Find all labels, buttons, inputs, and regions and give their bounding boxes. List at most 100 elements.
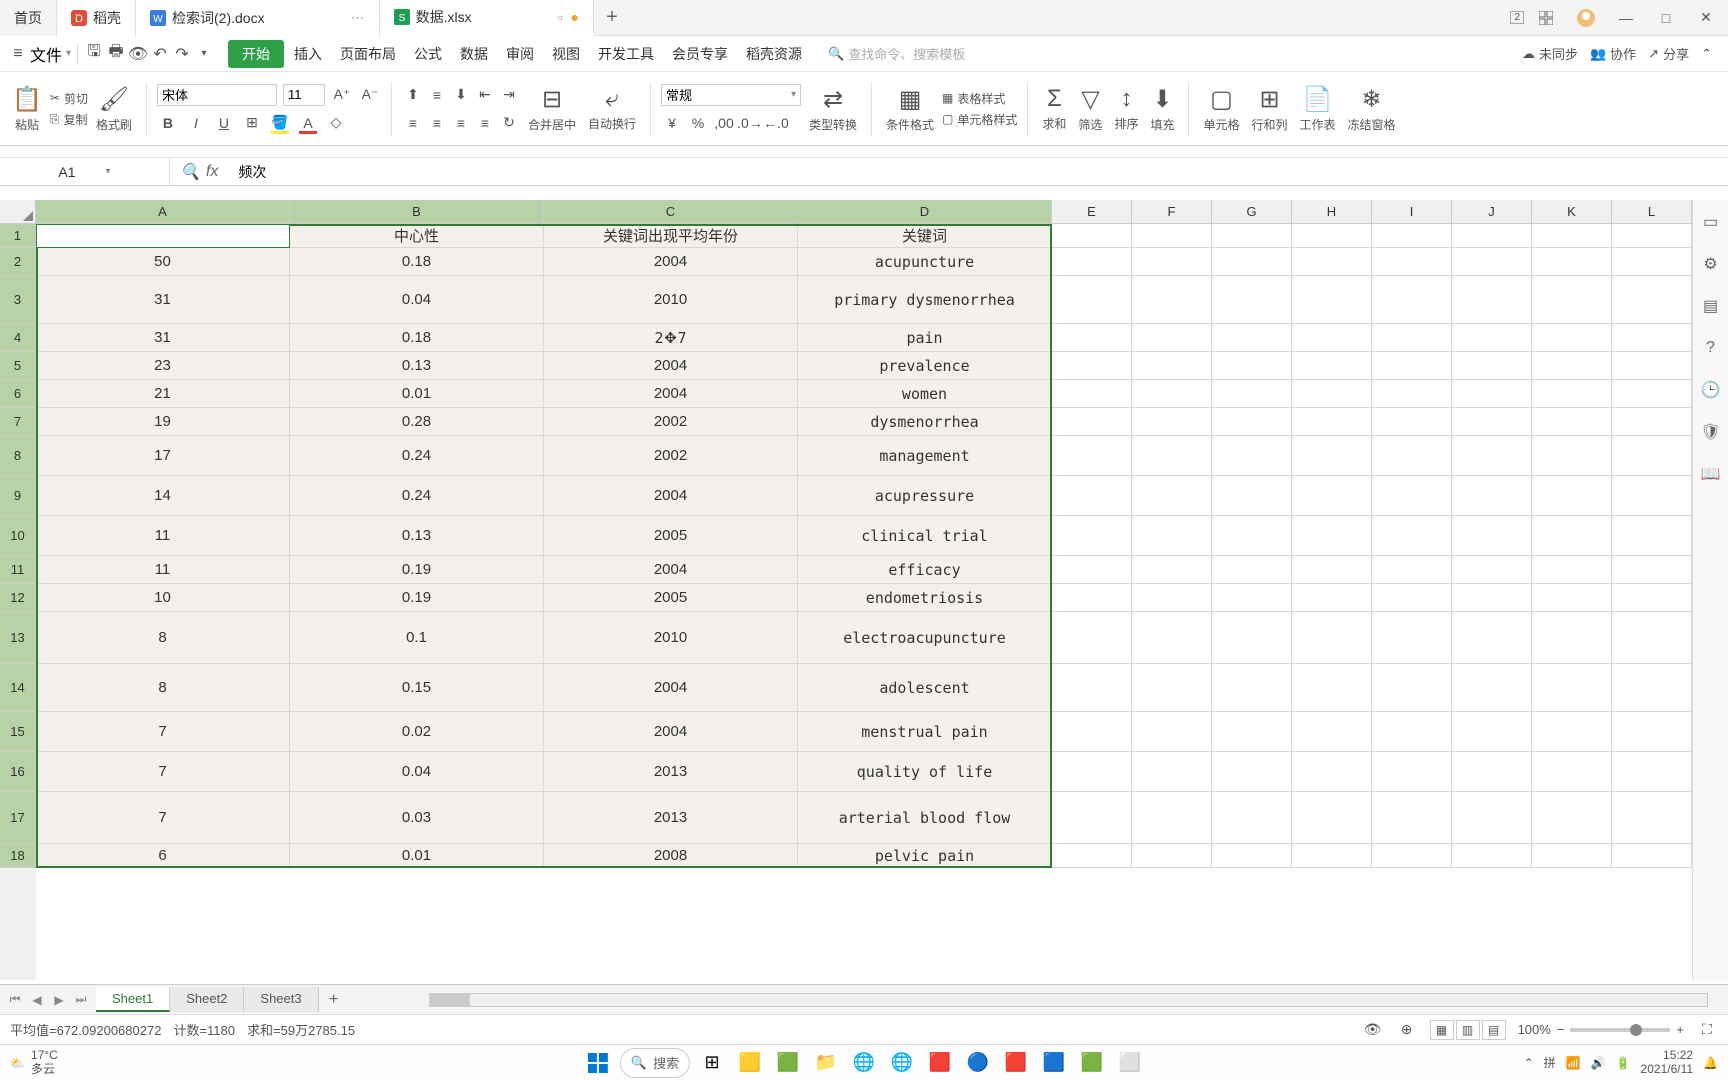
decrease-font-icon[interactable]: A⁻: [359, 84, 381, 106]
cell[interactable]: 0.01: [290, 380, 544, 408]
cell[interactable]: [1292, 752, 1372, 792]
cell[interactable]: [1452, 408, 1532, 436]
table-style[interactable]: ▦表格样式: [942, 90, 1017, 107]
cell[interactable]: [1212, 556, 1292, 584]
close-icon[interactable]: ⋯: [351, 9, 365, 26]
fx-icon[interactable]: fx: [206, 163, 218, 181]
edge-icon[interactable]: 🌐: [848, 1047, 880, 1079]
align-bottom-icon[interactable]: ⬇: [450, 84, 472, 106]
select-all-corner[interactable]: [0, 200, 36, 223]
cell[interactable]: [1532, 664, 1612, 712]
cell[interactable]: menstrual pain: [798, 712, 1052, 752]
cell[interactable]: 2013: [544, 792, 798, 844]
cell[interactable]: [1612, 516, 1692, 556]
align-center-icon[interactable]: ≡: [426, 112, 448, 134]
clear-format-button[interactable]: ◇: [325, 112, 347, 134]
merge-button[interactable]: ⊟合并居中: [524, 85, 580, 133]
cell[interactable]: [1052, 224, 1132, 248]
row-header-18[interactable]: 18: [0, 844, 36, 868]
tab-menu-icon[interactable]: ▫: [558, 9, 563, 25]
cell[interactable]: [1612, 712, 1692, 752]
new-tab-button[interactable]: +: [594, 0, 630, 36]
cell[interactable]: [1372, 476, 1452, 516]
cell[interactable]: [1212, 224, 1292, 248]
cell[interactable]: [1452, 276, 1532, 324]
font-color-button[interactable]: A: [297, 112, 319, 134]
row-header-16[interactable]: 16: [0, 752, 36, 792]
cell[interactable]: [1132, 380, 1212, 408]
border-button[interactable]: ⊞: [241, 112, 263, 134]
menu-insert[interactable]: 插入: [286, 40, 330, 68]
tab-doc2[interactable]: S 数据.xlsx ▫ ●: [380, 0, 594, 36]
cell[interactable]: [1532, 844, 1612, 868]
cell[interactable]: [1292, 224, 1372, 248]
col-header-D[interactable]: D: [798, 200, 1052, 223]
cell[interactable]: [1212, 844, 1292, 868]
cell[interactable]: [1052, 844, 1132, 868]
align-middle-icon[interactable]: ≡: [426, 84, 448, 106]
horizontal-scrollbar[interactable]: [429, 993, 1708, 1007]
cell[interactable]: 2005: [544, 584, 798, 612]
file-menu[interactable]: 文件▾: [30, 42, 71, 66]
cell[interactable]: [1212, 324, 1292, 352]
select-tool-icon[interactable]: ▭: [1699, 210, 1723, 234]
print-icon[interactable]: 🖶: [106, 44, 126, 64]
worksheet-button[interactable]: 📄工作表: [1296, 85, 1340, 133]
cell[interactable]: 0.13: [290, 516, 544, 556]
sheet-tab-Sheet3[interactable]: Sheet3: [244, 987, 318, 1012]
cell[interactable]: [1612, 792, 1692, 844]
row-header-2[interactable]: 2: [0, 248, 36, 276]
cell[interactable]: [1292, 476, 1372, 516]
cell[interactable]: [1372, 352, 1452, 380]
cell[interactable]: 19: [36, 408, 290, 436]
number-format-combo[interactable]: 常规▾: [661, 84, 801, 106]
cell[interactable]: [1052, 380, 1132, 408]
cell[interactable]: [1532, 584, 1612, 612]
currency-icon[interactable]: ¥: [661, 112, 683, 134]
cell[interactable]: [1372, 664, 1452, 712]
formula-bar[interactable]: 频次: [228, 162, 1728, 182]
cell[interactable]: endometriosis: [798, 584, 1052, 612]
cell[interactable]: [1132, 248, 1212, 276]
row-header-8[interactable]: 8: [0, 436, 36, 476]
cell[interactable]: 0.24: [290, 436, 544, 476]
wrap-button[interactable]: ⤶自动换行: [584, 85, 640, 132]
tab-docao[interactable]: D 稻壳: [57, 0, 136, 36]
header-cell[interactable]: 关键词: [798, 224, 1052, 248]
add-sheet-button[interactable]: +: [319, 991, 349, 1009]
cell[interactable]: [1532, 476, 1612, 516]
cell[interactable]: 2010: [544, 612, 798, 664]
cell[interactable]: [1372, 752, 1452, 792]
sum-button[interactable]: Σ求和: [1038, 85, 1070, 132]
cell[interactable]: [1132, 844, 1212, 868]
cell[interactable]: [1132, 664, 1212, 712]
cell[interactable]: [1372, 436, 1452, 476]
cell[interactable]: [1052, 476, 1132, 516]
cell[interactable]: prevalence: [798, 352, 1052, 380]
menu-view[interactable]: 视图: [544, 40, 588, 68]
cell[interactable]: [1132, 584, 1212, 612]
cell[interactable]: [1612, 276, 1692, 324]
cell[interactable]: [1212, 248, 1292, 276]
cell[interactable]: [1132, 712, 1212, 752]
cell[interactable]: [1532, 276, 1612, 324]
cell[interactable]: [1292, 844, 1372, 868]
cell[interactable]: [1532, 792, 1612, 844]
cell[interactable]: [1132, 476, 1212, 516]
app2-icon[interactable]: 🟩: [772, 1047, 804, 1079]
cell[interactable]: dysmenorrhea: [798, 408, 1052, 436]
row-header-4[interactable]: 4: [0, 324, 36, 352]
cell[interactable]: [1372, 276, 1452, 324]
cell[interactable]: 7: [36, 712, 290, 752]
header-cell[interactable]: 中心性: [290, 224, 544, 248]
app3-icon[interactable]: 🟥: [924, 1047, 956, 1079]
header-cell[interactable]: 关键词出现平均年份: [544, 224, 798, 248]
cell[interactable]: [1212, 276, 1292, 324]
cell[interactable]: [1292, 664, 1372, 712]
cell-style[interactable]: ▢单元格样式: [942, 111, 1017, 128]
book-icon[interactable]: 📖: [1699, 462, 1723, 486]
cell[interactable]: 0.18: [290, 248, 544, 276]
tray-chevron-icon[interactable]: ⌃: [1524, 1056, 1534, 1070]
cell[interactable]: pelvic pain: [798, 844, 1052, 868]
cell[interactable]: [1372, 324, 1452, 352]
